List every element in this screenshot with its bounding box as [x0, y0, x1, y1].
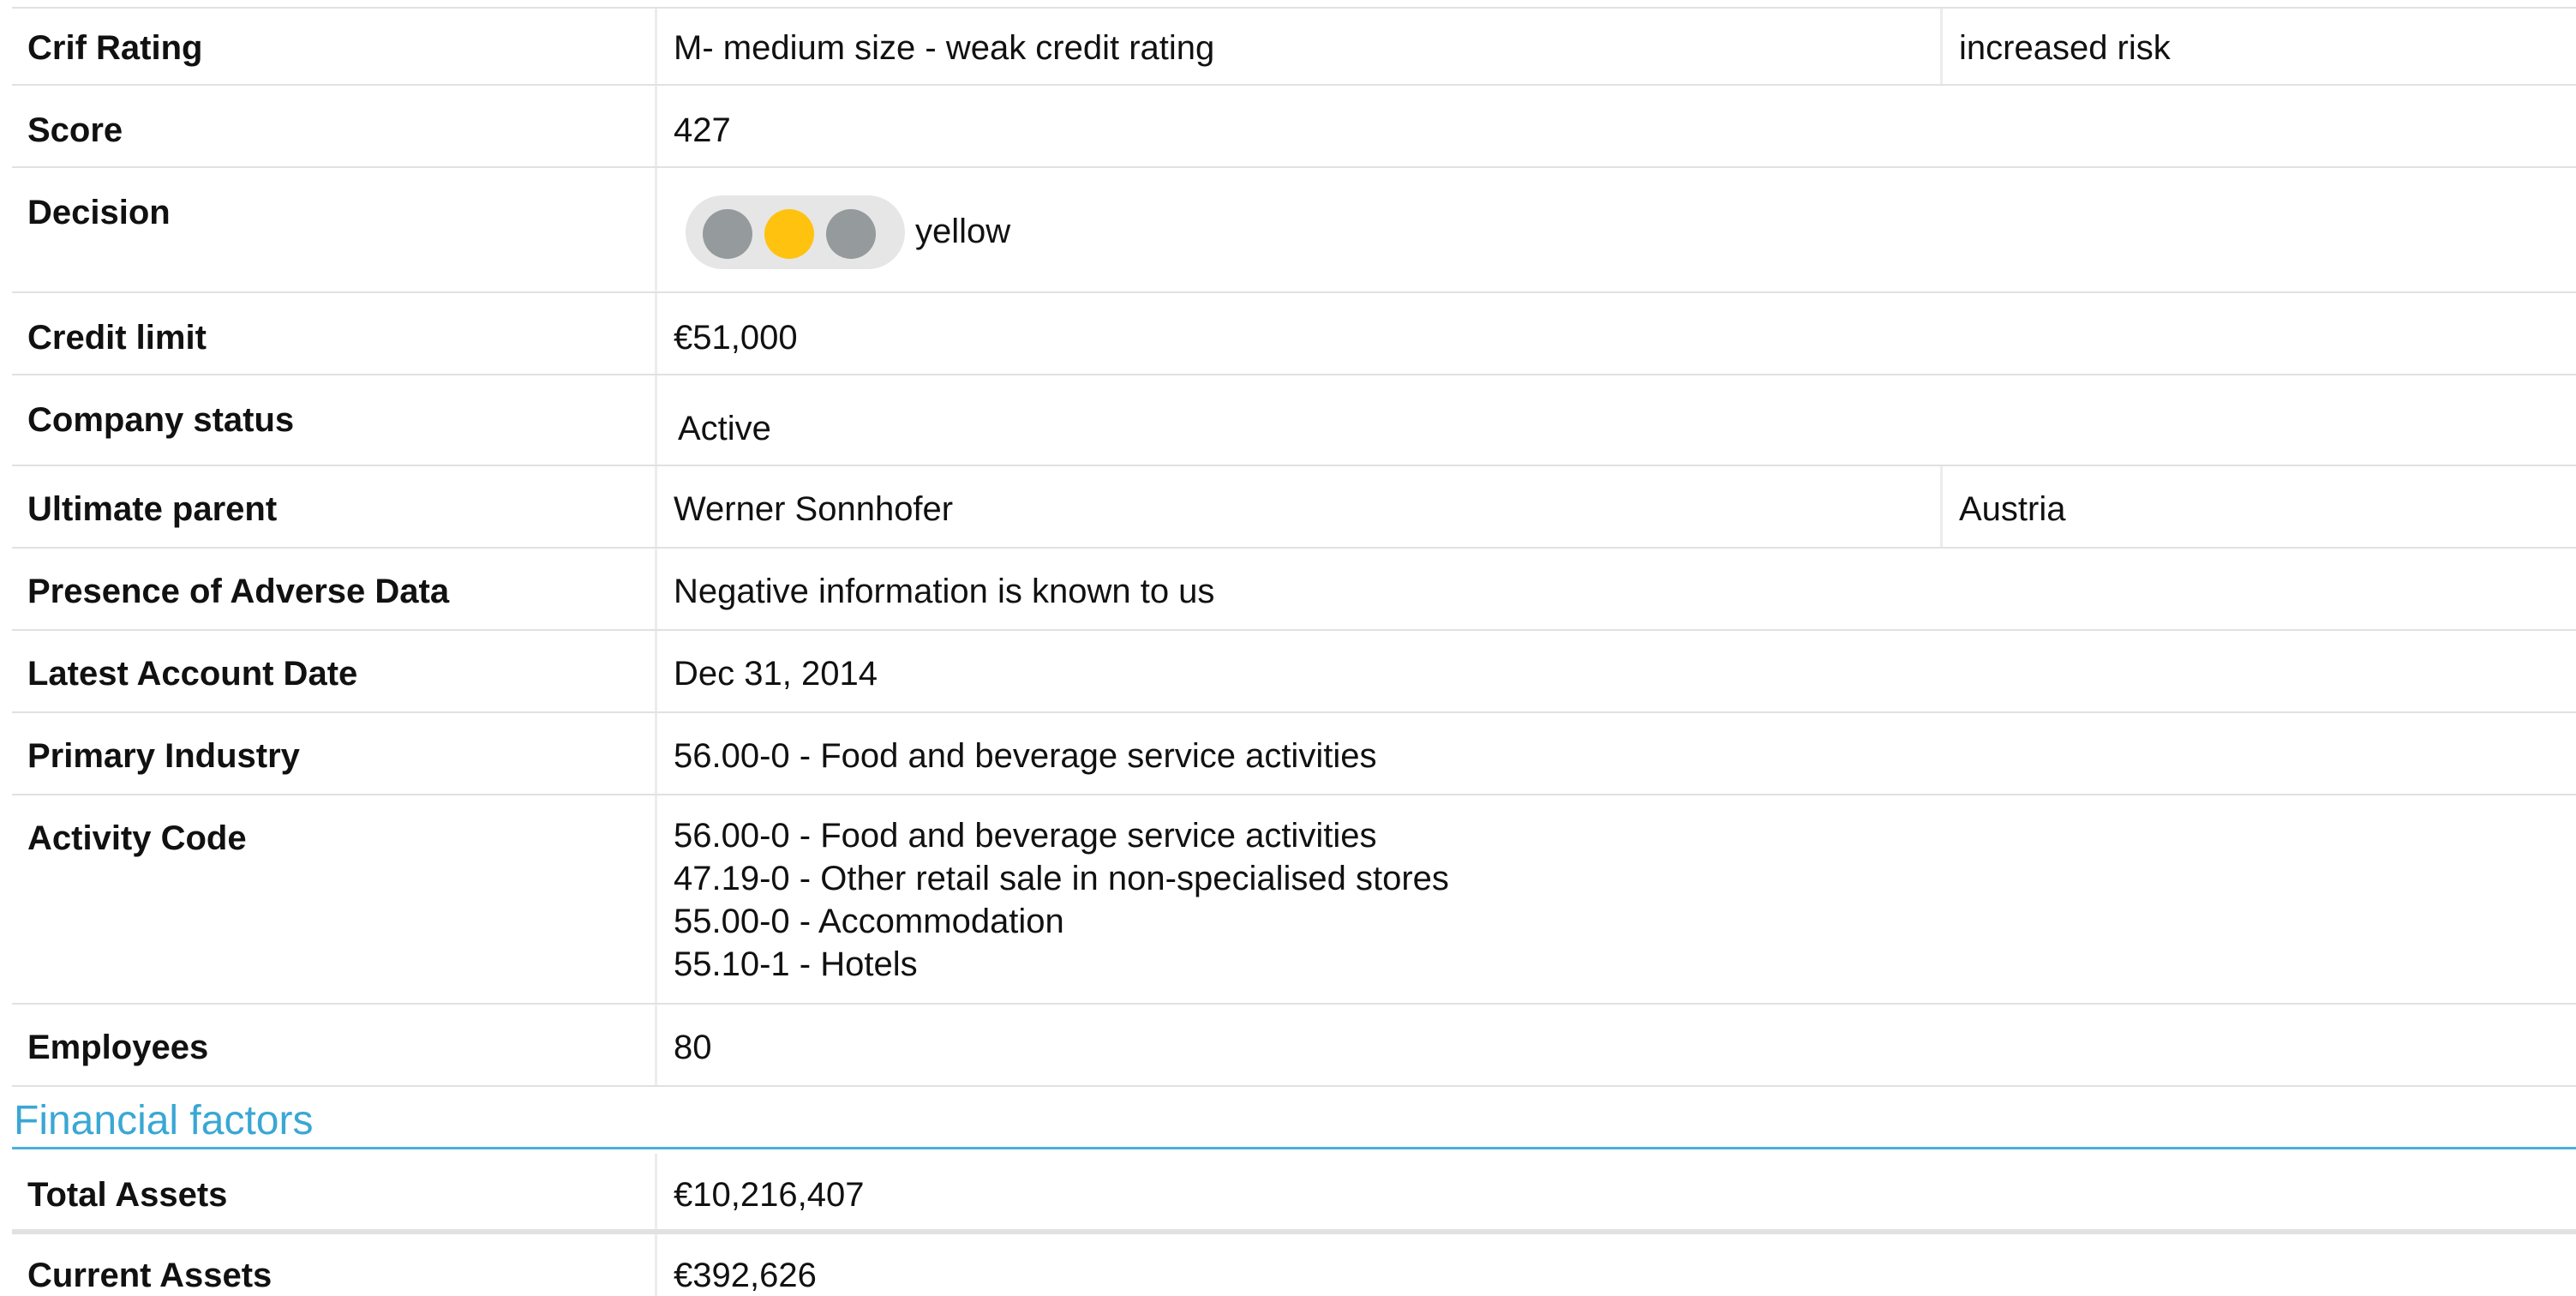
row-ultimate-parent: Ultimate parent Werner Sonnhofer Austria	[12, 466, 2576, 549]
row-total-assets: Total Assets €10,216,407	[12, 1154, 2576, 1234]
row-company-status: Company status Active	[12, 375, 2576, 466]
decision-label: Decision	[27, 194, 171, 231]
column-divider	[655, 549, 657, 629]
row-latest-account-date: Latest Account Date Dec 31, 2014	[12, 631, 2576, 713]
column-divider	[1940, 9, 1943, 84]
current-assets-value: €392,626	[674, 1257, 817, 1294]
row-employees: Employees 80	[12, 1005, 2576, 1087]
employees-label: Employees	[27, 1029, 209, 1066]
column-divider	[655, 86, 657, 166]
column-divider	[655, 795, 657, 1003]
ultimate-parent-value: Werner Sonnhofer	[674, 490, 954, 528]
column-divider	[1940, 466, 1943, 547]
row-credit-limit: Credit limit €51,000	[12, 293, 2576, 375]
crif-rating-label: Crif Rating	[27, 29, 203, 67]
latest-account-date-label: Latest Account Date	[27, 655, 358, 693]
column-divider	[655, 293, 657, 374]
column-divider	[655, 1005, 657, 1085]
primary-industry-label: Primary Industry	[27, 737, 300, 775]
primary-industry-value: 56.00-0 - Food and beverage service acti…	[674, 737, 1377, 775]
activity-code-item: 55.00-0 - Accommodation	[674, 903, 1064, 940]
score-label: Score	[27, 111, 123, 149]
crif-rating-risk: increased risk	[1959, 29, 2171, 67]
ultimate-parent-country: Austria	[1959, 490, 2066, 528]
activity-code-item: 47.19-0 - Other retail sale in non-speci…	[674, 860, 1449, 897]
column-divider	[655, 9, 657, 84]
total-assets-label: Total Assets	[27, 1176, 228, 1214]
row-decision: Decision yellow	[12, 168, 2576, 293]
decision-value: yellow	[915, 213, 1011, 250]
row-adverse-data: Presence of Adverse Data Negative inform…	[12, 549, 2576, 631]
activity-code-label: Activity Code	[27, 819, 247, 857]
current-assets-label: Current Assets	[27, 1257, 273, 1294]
total-assets-value: €10,216,407	[674, 1176, 865, 1214]
adverse-data-value: Negative information is known to us	[674, 573, 1215, 610]
credit-limit-label: Credit limit	[27, 319, 207, 357]
score-value: 427	[674, 111, 731, 149]
employees-value: 80	[674, 1029, 712, 1066]
ultimate-parent-label: Ultimate parent	[27, 490, 278, 528]
grey-light-icon	[826, 209, 876, 259]
yellow-light-icon	[764, 209, 814, 259]
column-divider	[655, 375, 657, 465]
column-divider	[655, 713, 657, 794]
company-status-label: Company status	[27, 401, 295, 439]
activity-code-item: 56.00-0 - Food and beverage service acti…	[674, 817, 1377, 855]
column-divider	[655, 466, 657, 547]
row-crif-rating: Crif Rating M- medium size - weak credit…	[12, 9, 2576, 86]
column-divider	[655, 631, 657, 711]
row-primary-industry: Primary Industry 56.00-0 - Food and beve…	[12, 713, 2576, 795]
section-divider	[12, 1147, 2576, 1149]
crif-rating-value: M- medium size - weak credit rating	[674, 29, 1215, 67]
financial-factors-heading: Financial factors	[14, 1098, 314, 1143]
activity-code-item: 55.10-1 - Hotels	[674, 945, 918, 983]
grey-light-icon	[703, 209, 752, 259]
row-activity-code: Activity Code 56.00-0 - Food and beverag…	[12, 795, 2576, 1005]
company-status-value: Active	[678, 410, 771, 447]
traffic-light	[686, 195, 905, 269]
adverse-data-label: Presence of Adverse Data	[27, 573, 450, 610]
column-divider	[655, 1154, 657, 1229]
column-divider	[655, 1234, 657, 1296]
activity-code-list: 56.00-0 - Food and beverage service acti…	[674, 814, 1449, 986]
credit-limit-value: €51,000	[674, 319, 798, 357]
row-current-assets: Current Assets €392,626	[12, 1234, 2576, 1296]
row-score: Score 427	[12, 86, 2576, 168]
column-divider	[655, 168, 657, 291]
latest-account-date-value: Dec 31, 2014	[674, 655, 878, 693]
